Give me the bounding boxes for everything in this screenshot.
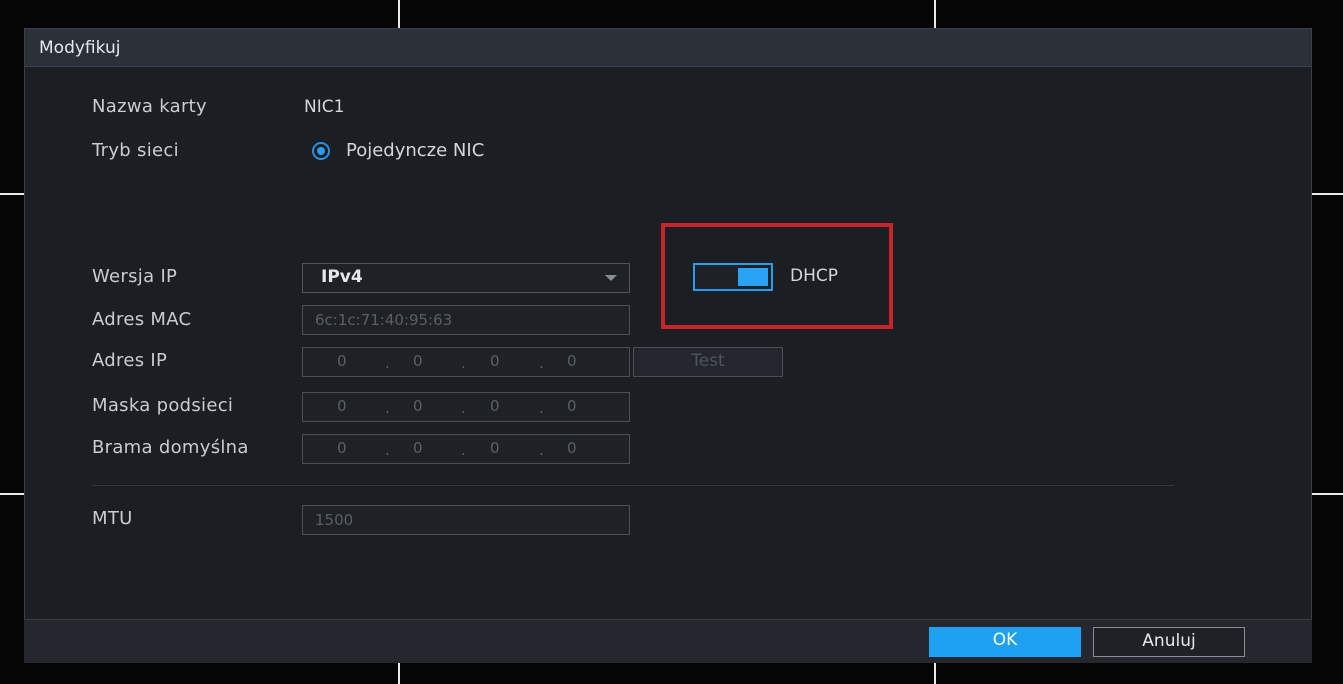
section-divider — [92, 485, 1174, 486]
octet-separator: . — [539, 354, 544, 372]
dialog-title: Modyfikuj — [39, 38, 121, 58]
single-nic-radio[interactable] — [312, 142, 330, 160]
single-nic-label[interactable]: Pojedyncze NIC — [346, 140, 484, 161]
ip-octet-1: 0 — [337, 352, 347, 370]
ip-address-field[interactable]: 0 . 0 . 0 . 0 — [302, 347, 630, 377]
network-mode-label: Tryb sieci — [92, 140, 179, 161]
gateway-octet-2: 0 — [413, 439, 423, 457]
gateway-octet-1: 0 — [337, 439, 347, 457]
gateway-octet-4: 0 — [567, 439, 577, 457]
mac-address-label: Adres MAC — [92, 309, 192, 330]
ip-version-value: IPv4 — [321, 267, 363, 287]
mask-octet-4: 0 — [567, 397, 577, 415]
card-name-label: Nazwa karty — [92, 96, 207, 117]
ip-octet-4: 0 — [567, 352, 577, 370]
mac-address-field[interactable]: 6c:1c:71:40:95:63 — [302, 305, 630, 335]
card-name-value: NIC1 — [304, 97, 345, 117]
subnet-mask-field[interactable]: 0 . 0 . 0 . 0 — [302, 392, 630, 422]
chevron-down-icon — [605, 275, 617, 281]
mask-octet-3: 0 — [490, 397, 500, 415]
mtu-label: MTU — [92, 508, 133, 529]
octet-separator: . — [539, 441, 544, 459]
test-button[interactable]: Test — [633, 347, 783, 377]
modify-dialog: Modyfikuj — [24, 28, 1312, 662]
ip-version-label: Wersja IP — [92, 266, 178, 287]
octet-separator: . — [385, 399, 390, 417]
subnet-mask-label: Maska podsieci — [92, 395, 234, 416]
toggle-knob — [738, 268, 768, 286]
ip-address-label: Adres IP — [92, 350, 168, 371]
octet-separator: . — [385, 354, 390, 372]
octet-separator: . — [461, 441, 466, 459]
dialog-titlebar: Modyfikuj — [25, 29, 1311, 67]
ok-button[interactable]: OK — [929, 627, 1081, 657]
default-gateway-label: Brama domyślna — [92, 437, 249, 458]
ip-octet-3: 0 — [490, 352, 500, 370]
dhcp-label: DHCP — [790, 266, 838, 286]
mask-octet-1: 0 — [337, 397, 347, 415]
octet-separator: . — [461, 354, 466, 372]
dhcp-toggle[interactable] — [693, 263, 773, 291]
mask-octet-2: 0 — [413, 397, 423, 415]
ip-version-select[interactable]: IPv4 — [302, 263, 630, 293]
octet-separator: . — [539, 399, 544, 417]
octet-separator: . — [461, 399, 466, 417]
default-gateway-field[interactable]: 0 . 0 . 0 . 0 — [302, 434, 630, 464]
cancel-button[interactable]: Anuluj — [1093, 627, 1245, 657]
mtu-field[interactable]: 1500 — [302, 505, 630, 535]
ip-octet-2: 0 — [413, 352, 423, 370]
octet-separator: . — [385, 441, 390, 459]
gateway-octet-3: 0 — [490, 439, 500, 457]
